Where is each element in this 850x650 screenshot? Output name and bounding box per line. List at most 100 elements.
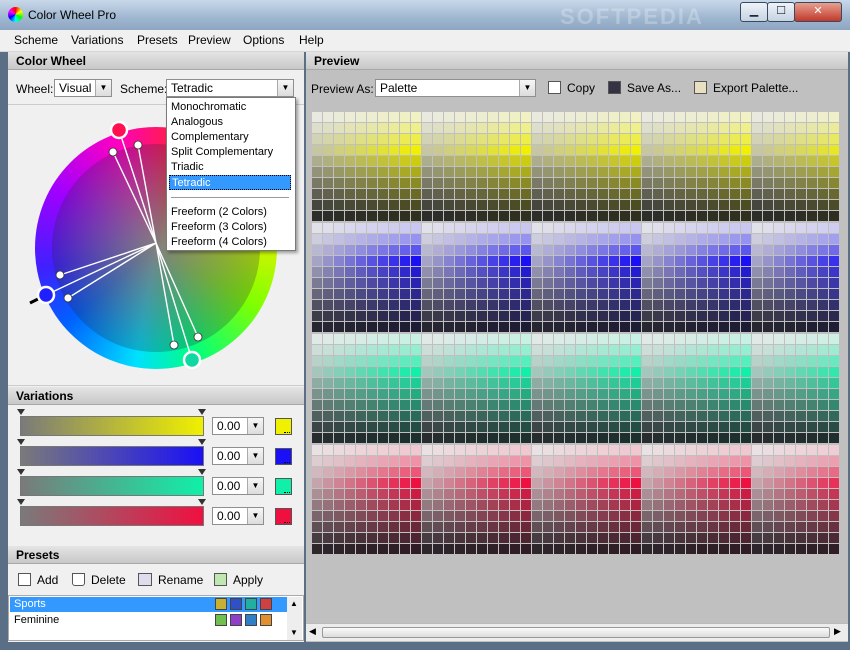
variation-value-select[interactable]: 0.00 ▼: [212, 417, 264, 435]
palette-cell: [664, 178, 674, 188]
menu-scheme[interactable]: Scheme: [14, 33, 58, 47]
primary-handle-blue[interactable]: [36, 285, 56, 305]
palette-cell: [510, 422, 520, 432]
menu-options[interactable]: Options: [243, 33, 284, 47]
preset-list-scrollbar[interactable]: ▲ ▼: [287, 597, 302, 640]
export-palette-button[interactable]: Export Palette...: [694, 78, 798, 98]
scheme-option[interactable]: Freeform (2 Colors): [169, 205, 291, 220]
slider-start-marker[interactable]: [17, 439, 25, 445]
slider-start-marker[interactable]: [17, 469, 25, 475]
palette-cell: [444, 544, 454, 554]
palette-cell: [400, 445, 410, 455]
rename-preset-button[interactable]: Rename: [138, 570, 203, 590]
scrollbar-thumb[interactable]: [322, 627, 830, 638]
variation-gradient-bar[interactable]: [20, 416, 204, 436]
palette-cell: [312, 267, 322, 277]
delete-preset-button[interactable]: Delete: [72, 570, 126, 590]
palette-cell: [664, 367, 674, 377]
maximize-button[interactable]: ☐: [767, 2, 795, 22]
variation-value-select[interactable]: 0.00 ▼: [212, 477, 264, 495]
palette-cell: [466, 289, 476, 299]
palette-cell: [477, 422, 487, 432]
palette-cell: [664, 389, 674, 399]
variation-gradient-bar[interactable]: [20, 476, 204, 496]
menu-help[interactable]: Help: [299, 33, 324, 47]
variation-gradient-bar[interactable]: [20, 506, 204, 526]
scheme-option[interactable]: Monochromatic: [169, 100, 291, 115]
palette-cell: [400, 345, 410, 355]
scheme-option[interactable]: Complementary: [169, 130, 291, 145]
scheme-option[interactable]: Freeform (3 Colors): [169, 220, 291, 235]
variation-color-swatch[interactable]: [275, 448, 292, 465]
palette-cell: [389, 445, 399, 455]
preset-item[interactable]: Sports: [10, 597, 287, 612]
palette-cell: [763, 123, 773, 133]
add-preset-button[interactable]: Add: [18, 570, 58, 590]
menu-presets[interactable]: Presets: [137, 33, 178, 47]
palette-cell: [488, 533, 498, 543]
palette-cell: [719, 356, 729, 366]
palette-cell: [719, 267, 729, 277]
slider-end-marker[interactable]: [198, 499, 206, 505]
slider-end-marker[interactable]: [198, 439, 206, 445]
palette-cell: [598, 356, 608, 366]
variation-color-swatch[interactable]: [275, 478, 292, 495]
variation-value-select[interactable]: 0.00 ▼: [212, 447, 264, 465]
palette-cell: [554, 522, 564, 532]
palette-cell: [444, 500, 454, 510]
palette-cell: [598, 267, 608, 277]
slider-end-marker[interactable]: [198, 469, 206, 475]
slider-end-marker[interactable]: [198, 409, 206, 415]
scheme-select[interactable]: Tetradic ▼: [166, 79, 294, 97]
palette-cell: [312, 300, 322, 310]
slider-start-marker[interactable]: [17, 409, 25, 415]
palette-cell: [609, 356, 619, 366]
palette-cell: [807, 112, 817, 122]
slider-start-marker[interactable]: [17, 499, 25, 505]
wheel-select-value: Visual: [59, 81, 92, 95]
scheme-option[interactable]: Triadic: [169, 160, 291, 175]
minimize-button[interactable]: ▁: [740, 2, 768, 22]
variation-color-swatch[interactable]: [275, 508, 292, 525]
scheme-option[interactable]: Tetradic: [169, 175, 291, 190]
palette-cell: [774, 400, 784, 410]
copy-button[interactable]: Copy: [548, 78, 595, 98]
palette-cell: [785, 367, 795, 377]
palette-cell: [631, 223, 641, 233]
palette-cell: [752, 189, 762, 199]
palette-cell: [697, 245, 707, 255]
primary-handle-red[interactable]: [109, 120, 129, 140]
close-button[interactable]: ✕: [794, 2, 842, 22]
preview-as-select[interactable]: Palette ▼: [375, 79, 536, 97]
scheme-option[interactable]: Analogous: [169, 115, 291, 130]
scheme-option[interactable]: Split Complementary: [169, 145, 291, 160]
palette-cell: [422, 533, 432, 543]
menu-variations[interactable]: Variations: [71, 33, 123, 47]
preset-list[interactable]: Sports Feminine: [8, 595, 304, 641]
palette-cell: [620, 533, 630, 543]
variation-color-swatch[interactable]: [275, 418, 292, 435]
preview-horizontal-scrollbar[interactable]: ◀ ▶: [306, 623, 848, 641]
scheme-option[interactable]: Freeform (4 Colors): [169, 235, 291, 250]
preset-item[interactable]: Feminine: [10, 613, 287, 628]
palette-cell: [609, 489, 619, 499]
palette-cell: [642, 356, 652, 366]
apply-preset-button[interactable]: Apply: [214, 570, 263, 590]
palette-cell: [697, 522, 707, 532]
save-as-button[interactable]: Save As...: [608, 78, 681, 98]
palette-cell: [785, 123, 795, 133]
menu-preview[interactable]: Preview: [188, 33, 231, 47]
palette-cell: [499, 456, 509, 466]
primary-handle-green[interactable]: [182, 350, 202, 370]
wheel-select[interactable]: Visual ▼: [54, 79, 112, 97]
palette-cell: [323, 289, 333, 299]
variation-value-select[interactable]: 0.00 ▼: [212, 507, 264, 525]
palette-cell: [378, 256, 388, 266]
palette-cell: [774, 134, 784, 144]
palette-cell: [345, 522, 355, 532]
palette-cell: [818, 256, 828, 266]
palette-cell: [609, 433, 619, 443]
palette-cell: [499, 400, 509, 410]
variation-gradient-bar[interactable]: [20, 446, 204, 466]
palette-cell: [433, 156, 443, 166]
